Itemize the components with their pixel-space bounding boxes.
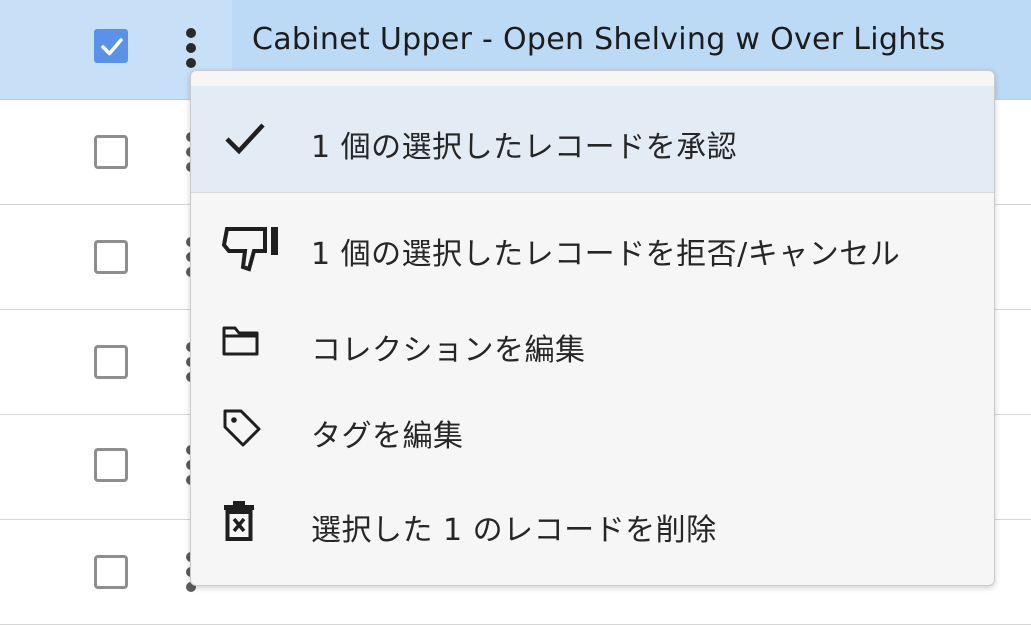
- row-checkbox[interactable]: [94, 448, 128, 482]
- thumbs-down-icon: [221, 221, 281, 277]
- trash-icon: [221, 499, 257, 547]
- menu-item-delete[interactable]: 選択した 1 のレコードを削除: [191, 479, 994, 575]
- record-context-menu: 1 個の選択したレコードを承認 1 個の選択したレコードを拒否/キャンセル コレ…: [190, 70, 995, 586]
- menu-item-reject[interactable]: 1 個の選択したレコードを拒否/キャンセル: [191, 203, 994, 293]
- folder-icon: [221, 324, 261, 362]
- menu-divider: [191, 192, 994, 193]
- menu-item-approve[interactable]: 1 個の選択したレコードを承認: [191, 86, 994, 192]
- row-menu-button[interactable]: [184, 28, 198, 68]
- menu-item-label: 選択した 1 のレコードを削除: [311, 513, 717, 548]
- menu-item-label: タグを編集: [311, 419, 464, 454]
- menu-item-edit-collection[interactable]: コレクションを編集: [191, 301, 994, 383]
- tag-icon: [221, 407, 263, 453]
- row-checkbox[interactable]: [94, 345, 128, 379]
- menu-item-label: 1 個の選択したレコードを拒否/キャンセル: [311, 237, 901, 272]
- menu-item-label: コレクションを編集: [311, 333, 586, 368]
- row-checkbox[interactable]: [94, 555, 128, 589]
- row-checkbox-checked[interactable]: [94, 29, 128, 63]
- check-icon: [221, 119, 269, 163]
- menu-item-label: 1 個の選択したレコードを承認: [311, 130, 738, 165]
- record-title[interactable]: Cabinet Upper - Open Shelving w Over Lig…: [252, 22, 946, 57]
- row-checkbox[interactable]: [94, 135, 128, 169]
- row-checkbox[interactable]: [94, 240, 128, 274]
- checkbox-checked-icon: [101, 38, 123, 56]
- menu-item-edit-tags[interactable]: タグを編集: [191, 387, 994, 475]
